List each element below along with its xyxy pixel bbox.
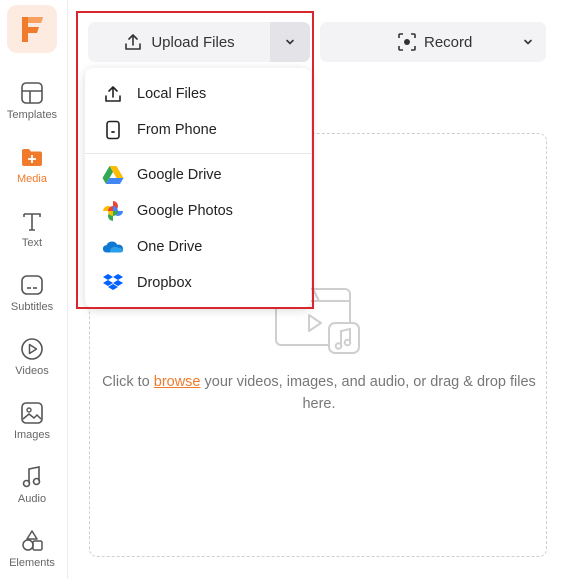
sidebar-item-images[interactable]: Images — [0, 400, 64, 458]
phone-icon — [102, 119, 124, 141]
sidebar-item-label: Text — [21, 237, 43, 249]
menu-item-local-files[interactable]: Local Files — [85, 78, 311, 110]
upload-options-menu: Local Files From Phone Google Drive Goog… — [85, 68, 311, 308]
sidebar: Templates Media Text Subtitles Videos Im… — [0, 0, 68, 579]
sidebar-item-text[interactable]: Text — [0, 208, 64, 266]
videos-icon — [21, 338, 43, 360]
menu-item-google-drive[interactable]: Google Drive — [85, 159, 311, 191]
dropzone-text-after: your videos, images, and audio, or drag … — [200, 374, 536, 412]
google-drive-icon — [102, 164, 124, 186]
sidebar-item-label: Templates — [6, 109, 58, 121]
sidebar-item-label: Audio — [17, 493, 47, 505]
sidebar-item-label: Subtitles — [10, 301, 54, 313]
upload-icon — [102, 83, 124, 105]
menu-item-label: Google Photos — [137, 203, 233, 219]
record-icon — [398, 33, 416, 51]
sidebar-item-label: Videos — [15, 365, 49, 377]
audio-icon — [22, 466, 41, 488]
logo-icon — [22, 17, 43, 42]
menu-item-label: Google Drive — [137, 167, 222, 183]
menu-item-one-drive[interactable]: One Drive — [85, 231, 311, 263]
elements-icon — [22, 530, 43, 551]
sidebar-item-videos[interactable]: Videos — [0, 336, 64, 394]
sidebar-item-label: Images — [13, 429, 51, 441]
browse-link[interactable]: browse — [154, 374, 201, 390]
upload-files-label: Upload Files — [151, 33, 235, 51]
upload-files-button[interactable]: Upload Files — [88, 22, 270, 62]
onedrive-icon — [102, 236, 124, 258]
app-logo[interactable] — [7, 5, 57, 53]
menu-item-label: One Drive — [137, 239, 203, 255]
menu-divider — [85, 153, 311, 154]
google-photos-icon — [102, 200, 124, 222]
record-button[interactable]: Record — [320, 22, 546, 62]
text-icon — [23, 213, 41, 231]
record-label: Record — [424, 33, 473, 51]
upload-files-group: Upload Files — [88, 22, 310, 62]
media-icon — [22, 149, 42, 166]
sidebar-item-elements[interactable]: Elements — [0, 528, 64, 579]
menu-item-google-photos[interactable]: Google Photos — [85, 195, 311, 227]
sidebar-item-label: Elements — [9, 557, 55, 569]
subtitles-icon — [21, 275, 43, 295]
dropzone-text-before: Click to — [102, 374, 154, 390]
sidebar-item-subtitles[interactable]: Subtitles — [0, 272, 64, 330]
sidebar-item-label: Media — [17, 173, 47, 185]
upload-options-toggle[interactable] — [270, 22, 310, 62]
menu-item-from-phone[interactable]: From Phone — [85, 114, 311, 146]
dropzone-instructions: Click to browse your videos, images, and… — [90, 371, 548, 415]
menu-item-label: From Phone — [137, 122, 217, 138]
menu-item-label: Dropbox — [137, 275, 192, 291]
menu-item-dropbox[interactable]: Dropbox — [85, 267, 311, 299]
dropbox-icon — [102, 272, 124, 294]
sidebar-item-media[interactable]: Media — [0, 144, 64, 202]
chevron-down-icon — [524, 39, 532, 45]
templates-icon — [21, 82, 43, 104]
upload-icon — [125, 34, 142, 50]
menu-item-label: Local Files — [137, 86, 207, 102]
sidebar-item-templates[interactable]: Templates — [0, 80, 64, 138]
images-icon — [21, 402, 43, 424]
sidebar-item-audio[interactable]: Audio — [0, 464, 64, 522]
chevron-down-icon — [286, 39, 294, 45]
